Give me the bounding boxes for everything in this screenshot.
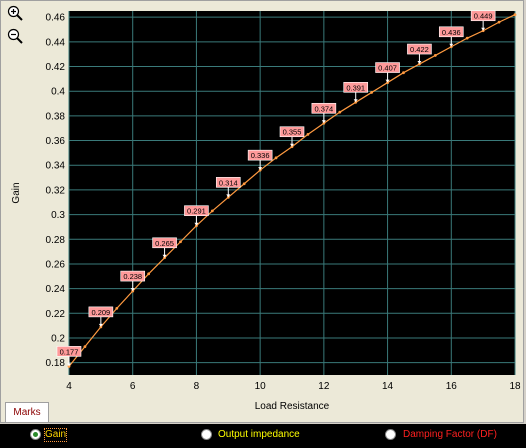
- data-point: [370, 91, 374, 94]
- y-axis-ticks: 0.18 0.2 0.22 0.24 0.26 0.28 0.3 0.32 0.34 0.36 0.…: [46, 13, 66, 369]
- x-tick-label: 4: [66, 381, 72, 392]
- y-axis-label: Gain: [11, 182, 22, 203]
- x-tick-label: 6: [130, 381, 136, 392]
- y-tick-label: 0.4: [51, 87, 65, 98]
- annotation-label: 0.314: [219, 178, 238, 187]
- data-point: [306, 132, 310, 136]
- data-point: [497, 20, 501, 24]
- annotation-label: 0.265: [155, 239, 174, 248]
- y-tick-label: 0.3: [51, 210, 65, 221]
- x-tick-label: 10: [255, 381, 267, 392]
- radio-output-impedance-label[interactable]: Output impedance: [218, 429, 300, 441]
- y-tick-label: 0.44: [46, 37, 66, 48]
- y-tick-label: 0.26: [46, 259, 66, 270]
- x-tick-label: 8: [194, 381, 200, 392]
- y-tick-label: 0.42: [46, 62, 66, 73]
- data-point: [115, 306, 119, 310]
- zoom-out-icon[interactable]: [7, 28, 23, 44]
- y-tick-label: 0.22: [46, 309, 66, 320]
- annotation-label: 0.209: [91, 308, 110, 317]
- x-tick-label: 12: [318, 381, 330, 392]
- annotation-label: 0.436: [442, 28, 461, 37]
- data-point: [242, 182, 246, 186]
- y-tick-label: 0.32: [46, 185, 66, 196]
- annotation-label: 0.355: [283, 128, 302, 137]
- data-point: [433, 54, 437, 57]
- data-point: [465, 36, 469, 40]
- radio-gain-label[interactable]: Gain: [43, 428, 68, 442]
- annotation-label: 0.238: [123, 272, 142, 281]
- tab-marks[interactable]: Marks: [5, 402, 49, 422]
- radio-damping-factor-label[interactable]: Damping Factor (DF): [403, 429, 497, 441]
- x-tick-label: 18: [509, 381, 521, 392]
- zoom-in-icon[interactable]: [7, 5, 23, 21]
- data-point: [83, 345, 87, 349]
- x-axis-ticks: 4 6 8 10 12 14 16 18: [66, 381, 521, 392]
- annotation-label: 0.391: [346, 83, 365, 92]
- annotation-label: 0.374: [314, 104, 333, 113]
- annotation-label: 0.336: [251, 151, 270, 160]
- y-tick-label: 0.34: [46, 161, 66, 172]
- y-tick-label: 0.24: [46, 284, 66, 295]
- y-tick-label: 0.18: [46, 358, 66, 369]
- y-tick-label: 0.2: [51, 333, 65, 344]
- data-point: [179, 240, 182, 244]
- annotation-label: 0.177: [60, 347, 79, 356]
- annotation-label: 0.422: [410, 45, 429, 54]
- x-tick-label: 14: [382, 381, 394, 392]
- radio-output-impedance[interactable]: [201, 429, 212, 440]
- x-tick-label: 16: [446, 381, 458, 392]
- radio-gain[interactable]: [30, 429, 41, 440]
- chart-panel: 0.18 0.2 0.22 0.24 0.26 0.28 0.3 0.32 0.34 0.36 0.…: [0, 0, 524, 423]
- y-tick-label: 0.38: [46, 111, 66, 122]
- data-point: [402, 71, 405, 75]
- data-point: [147, 272, 151, 276]
- data-point: [274, 156, 278, 160]
- radio-damping-factor[interactable]: [385, 429, 396, 440]
- gain-chart: 0.18 0.2 0.22 0.24 0.26 0.28 0.3 0.32 0.34 0.36 0.…: [11, 10, 521, 412]
- y-tick-label: 0.46: [46, 13, 66, 24]
- x-axis-label: Load Resistance: [255, 401, 330, 412]
- y-tick-label: 0.36: [46, 136, 66, 147]
- annotation-label: 0.291: [187, 207, 206, 216]
- plot-area[interactable]: [69, 11, 515, 375]
- data-point: [338, 110, 342, 114]
- data-point: [513, 13, 517, 17]
- data-point: [210, 209, 214, 213]
- annotation-label: 0.407: [378, 64, 397, 73]
- annotation-label: 0.449: [474, 12, 493, 21]
- y-tick-label: 0.28: [46, 235, 66, 246]
- series-selector-bar: Gain Output impedance Damping Factor (DF…: [0, 424, 526, 448]
